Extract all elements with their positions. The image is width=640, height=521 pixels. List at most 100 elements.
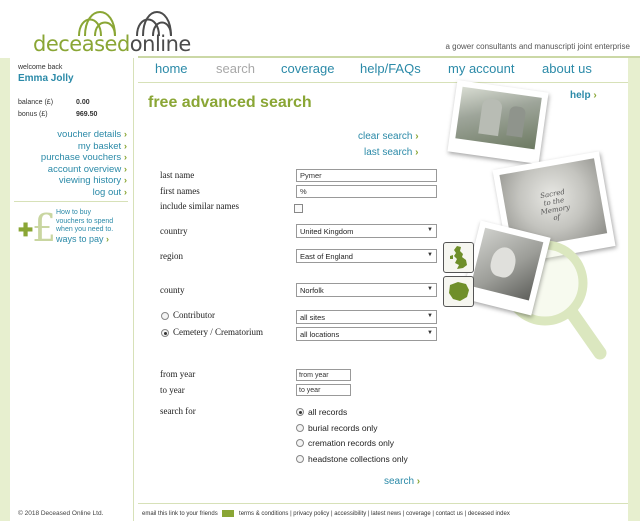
help-label: help <box>570 90 591 101</box>
pound-sign-icon: £ <box>32 206 57 250</box>
county-map-icon[interactable] <box>443 276 474 307</box>
country-label: country <box>160 226 188 236</box>
pay-text-line-1: How to buy <box>56 209 92 216</box>
site-header: deceasedonline a gower consultants and m… <box>0 0 640 58</box>
help-link[interactable]: help › <box>570 90 597 101</box>
nav-about-us[interactable]: about us <box>542 61 592 76</box>
account-sidebar: welcome back Emma Jolly balance (£) 0.00… <box>10 58 134 521</box>
bonus-label: bonus (£) <box>18 111 48 118</box>
nav-help-faqs[interactable]: help/FAQs <box>360 61 421 76</box>
all-records-radio[interactable] <box>296 408 304 416</box>
region-select[interactable]: East of England ▼ <box>296 249 437 263</box>
cremation-records-radio[interactable] <box>296 439 304 447</box>
account-overview-link[interactable]: account overview › <box>41 164 127 176</box>
balance-row: balance (£) 0.00 <box>18 99 128 106</box>
log-out-link[interactable]: log out › <box>41 187 127 199</box>
include-similar-checkbox[interactable] <box>294 204 303 213</box>
viewing-history-label: viewing history <box>58 175 122 186</box>
nav-home[interactable]: home <box>155 61 188 76</box>
headstone-photo-1 <box>447 79 549 165</box>
user-name: Emma Jolly <box>18 73 74 84</box>
ways-to-pay-text: How to buy vouchers to spend when you ne… <box>56 209 113 243</box>
voucher-details-label: voucher details <box>57 129 122 140</box>
bonus-row: bonus (£) 969.50 <box>18 111 128 118</box>
nav-divider <box>138 82 628 83</box>
balance-value: 0.00 <box>76 99 90 106</box>
dropdown-arrow-icon: ▼ <box>427 252 433 258</box>
log-out-label: log out <box>92 186 122 198</box>
cemetery-selected-value: all locations <box>300 330 340 339</box>
voucher-details-link[interactable]: voucher details › <box>41 129 127 141</box>
clear-search-label: clear search <box>358 131 413 142</box>
my-basket-label: my basket <box>77 140 122 152</box>
ways-to-pay-link[interactable]: ways to pay › <box>56 233 113 244</box>
contributor-select[interactable]: all sites ▼ <box>296 310 437 324</box>
from-year-label: from year <box>160 369 196 379</box>
cemetery-select[interactable]: all locations ▼ <box>296 327 437 341</box>
chevron-right-icon: › <box>123 186 127 198</box>
uk-map-shape-icon <box>450 246 467 269</box>
right-page-margin <box>628 0 640 521</box>
region-selected-value: East of England <box>300 252 353 261</box>
uk-map-icon[interactable] <box>443 242 474 273</box>
to-year-input[interactable] <box>296 384 351 396</box>
viewing-history-link[interactable]: viewing history › <box>41 175 127 187</box>
plus-icon: ✚ <box>18 220 34 240</box>
chevron-right-icon: › <box>123 175 127 186</box>
last-name-label: last name <box>160 170 195 180</box>
purchase-vouchers-link[interactable]: purchase vouchers › <box>41 152 127 164</box>
chevron-right-icon: › <box>123 163 127 175</box>
ways-to-pay-label: ways to pay <box>56 233 104 244</box>
sidebar-divider <box>14 201 128 202</box>
country-selected-value: United Kingdom <box>300 227 354 236</box>
logo-arches-icon <box>78 11 172 36</box>
left-page-margin <box>0 0 10 521</box>
ways-to-pay-promo[interactable]: £ ✚ How to buy vouchers to spend when yo… <box>16 206 132 250</box>
nav-my-account[interactable]: my account <box>448 61 514 76</box>
county-select[interactable]: Norfolk ▼ <box>296 283 437 297</box>
footer-links[interactable]: terms & conditions | privacy policy | ac… <box>239 511 510 517</box>
header-divider <box>138 56 640 58</box>
account-overview-label: account overview <box>47 163 122 175</box>
country-select[interactable]: United Kingdom ▼ <box>296 224 437 238</box>
last-name-input[interactable] <box>296 169 437 182</box>
search-button-label: search <box>384 476 415 487</box>
nav-search[interactable]: search <box>216 61 255 76</box>
bonus-value: 969.50 <box>76 111 98 118</box>
county-label: county <box>160 285 185 295</box>
from-year-input[interactable] <box>296 369 351 381</box>
email-friends-link[interactable]: email this link to your friends <box>142 511 218 517</box>
engraved-text: Sacred to the Memory of <box>527 186 582 226</box>
welcome-text: welcome back <box>18 64 63 71</box>
site-logo[interactable]: deceasedonline <box>33 2 203 56</box>
site-footer: email this link to your friends terms & … <box>142 510 510 517</box>
headstone-shape <box>478 97 504 137</box>
contributor-radio[interactable] <box>161 312 169 320</box>
clear-search-link[interactable]: clear search › <box>358 131 419 142</box>
headstone-collections-radio[interactable] <box>296 455 304 463</box>
photo-3-image <box>470 227 544 301</box>
burial-records-radio[interactable] <box>296 424 304 432</box>
first-names-input[interactable] <box>296 185 437 198</box>
chevron-right-icon: › <box>593 90 597 101</box>
last-search-link[interactable]: last search › <box>364 147 418 158</box>
cemetery-radio[interactable] <box>161 329 169 337</box>
include-similar-label: include similar names <box>160 201 239 211</box>
account-links: voucher details › my basket › purchase v… <box>41 129 127 198</box>
all-records-label: all records <box>308 407 348 417</box>
burial-records-label: burial records only <box>308 423 378 433</box>
chevron-right-icon: › <box>416 476 421 487</box>
chevron-right-icon: › <box>106 233 110 244</box>
chevron-right-icon: › <box>123 140 127 152</box>
cemetery-label: Cemetery / Crematorium <box>173 327 263 337</box>
search-for-label: search for <box>160 406 196 416</box>
nav-coverage[interactable]: coverage <box>281 61 334 76</box>
footer-divider <box>138 503 628 504</box>
region-label: region <box>160 251 183 261</box>
site-tagline: a gower consultants and manuscripti join… <box>445 42 630 51</box>
my-basket-link[interactable]: my basket › <box>41 141 127 153</box>
main-nav: home search coverage help/FAQs my accoun… <box>155 61 625 81</box>
contributor-label: Contributor <box>173 310 215 320</box>
search-button[interactable]: search › <box>384 476 420 487</box>
dropdown-arrow-icon: ▼ <box>427 330 433 336</box>
